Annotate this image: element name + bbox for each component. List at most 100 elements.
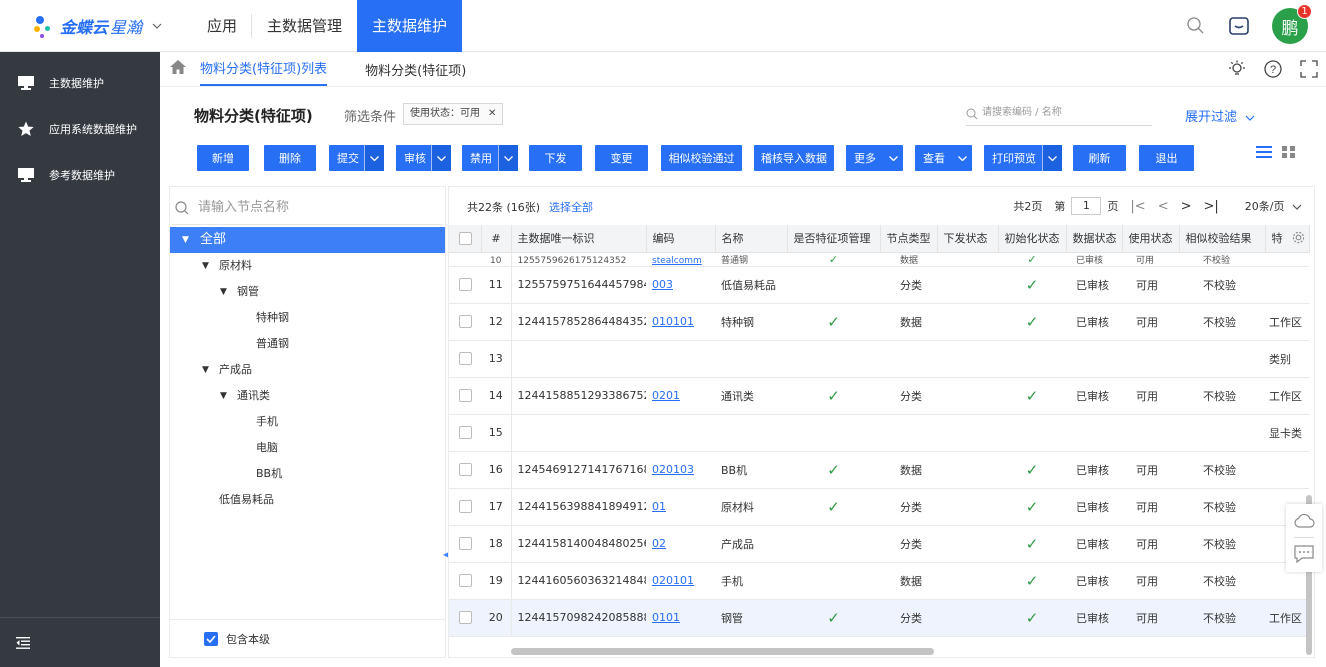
table-row[interactable]: 17 1244156398841894912 01 原材料 ✓ 分类 ✓ 已审核 可用 不校验 — [449, 488, 1309, 526]
checkbox[interactable] — [459, 315, 472, 329]
header-checkbox[interactable] — [449, 225, 482, 253]
view-button[interactable]: 查看 — [915, 145, 972, 171]
page-size-select[interactable]: 20条/页 — [1245, 198, 1302, 214]
tree-node-ordinary-steel[interactable]: 普通钢 — [170, 331, 445, 357]
column-header[interactable]: 编码 — [646, 225, 716, 253]
chevron-down-icon[interactable] — [152, 19, 162, 32]
row-checkbox[interactable] — [449, 451, 481, 489]
cell-code-link[interactable]: stealcomm — [652, 256, 702, 266]
submit-button[interactable]: 提交 — [329, 145, 384, 171]
last-page-icon[interactable]: >| — [1204, 199, 1219, 214]
table-row[interactable]: 12 1244157852864484352 010101 特种钢 ✓ 数据 ✓ 已审核 可用不… — [449, 303, 1309, 341]
collapse-menu-icon[interactable] — [0, 617, 160, 667]
tree-node-finished-goods[interactable]: ▼ 产成品 — [170, 357, 445, 383]
tree-search-input[interactable]: 请输入节点名称 — [172, 187, 443, 225]
table-row[interactable]: 11 1255759751644457984 003 低值易耗品 分类 ✓ 已审核 可用 不校验 — [449, 266, 1309, 304]
caret-down-icon[interactable]: ▼ — [220, 383, 227, 409]
cell-code-link[interactable]: 010101 — [652, 315, 694, 328]
prev-page-icon[interactable]: < — [1158, 199, 1169, 214]
table-row[interactable]: 19 1244160560363214848 020101 手机 数据 ✓ 已审核 可用 不校验 — [449, 562, 1309, 600]
chevron-down-icon[interactable] — [498, 145, 518, 171]
audit-button[interactable]: 审核 — [396, 145, 451, 171]
cloud-icon[interactable] — [1293, 512, 1315, 531]
exit-button[interactable]: 退出 — [1139, 145, 1194, 171]
tree-node-pager[interactable]: BB机 — [170, 461, 445, 487]
checkbox[interactable] — [459, 463, 472, 477]
delete-button[interactable]: 删除 — [264, 145, 316, 171]
tree-node-raw-material[interactable]: ▼ 原材料 — [170, 253, 445, 279]
cell-code-link[interactable]: 0101 — [652, 611, 680, 624]
tree-node-phone[interactable]: 手机 — [170, 409, 445, 435]
caret-down-icon[interactable]: ▼ — [202, 357, 209, 383]
cell-code-link[interactable]: 01 — [652, 500, 666, 513]
checkbox[interactable] — [459, 389, 472, 403]
search-icon[interactable] — [1186, 16, 1206, 36]
column-header[interactable]: 主数据唯一标识 — [511, 225, 647, 253]
similar-check-pass-button[interactable]: 相似校验通过 — [661, 145, 742, 171]
grid-view-icon[interactable] — [1282, 146, 1296, 161]
search-input[interactable]: 请搜索编码 / 名称 — [966, 102, 1152, 126]
topnav-apps[interactable]: 应用 — [192, 0, 253, 52]
topnav-master-data-management[interactable]: 主数据管理 — [252, 0, 357, 52]
checkbox[interactable] — [459, 574, 472, 588]
cell-code-link[interactable]: 003 — [652, 278, 673, 291]
row-checkbox[interactable] — [449, 562, 481, 600]
column-header[interactable]: 使用状态 — [1122, 225, 1180, 253]
distribute-button[interactable]: 下发 — [529, 145, 582, 171]
tree-node-special-steel[interactable]: 特种钢 — [170, 305, 445, 331]
sidebar-item-master-data[interactable]: 主数据维护 — [0, 60, 160, 106]
sidebar-item-app-system-data[interactable]: 应用系统数据维护 — [0, 106, 160, 152]
checkbox[interactable] — [459, 611, 472, 625]
more-button[interactable]: 更多 — [846, 145, 903, 171]
chevron-down-icon[interactable] — [431, 145, 451, 171]
checkbox[interactable] — [459, 352, 472, 366]
filter-chip[interactable]: 使用状态：可用 ✕ — [403, 103, 504, 125]
row-checkbox[interactable] — [449, 340, 481, 378]
column-header[interactable]: 名称 — [715, 225, 788, 253]
table-row[interactable]: 15 显卡类 — [449, 414, 1309, 452]
add-button[interactable]: 新增 — [197, 145, 249, 171]
tab-list[interactable]: 物料分类(特征项)列表 — [200, 58, 328, 86]
list-view-icon[interactable] — [1256, 146, 1272, 161]
tree-node-consumables[interactable]: 低值易耗品 — [170, 487, 445, 513]
help-icon[interactable]: ? — [1264, 60, 1282, 81]
column-header[interactable]: 下发状态 — [937, 225, 999, 253]
checkbox[interactable] — [459, 426, 472, 440]
audit-import-button[interactable]: 稽核导入数据 — [754, 145, 834, 171]
page-number-input[interactable]: 1 — [1071, 197, 1102, 215]
app-logo[interactable]: 金蝶云 星瀚 — [0, 0, 190, 52]
table-row[interactable]: 13 类别 — [449, 340, 1309, 378]
cell-code-link[interactable]: 0201 — [652, 389, 680, 402]
column-header[interactable]: 相似校验结果 — [1179, 225, 1266, 253]
tab-detail[interactable]: 物料分类(特征项) — [365, 60, 466, 86]
row-checkbox[interactable] — [449, 303, 481, 341]
cell-code-link[interactable]: 02 — [652, 537, 666, 550]
chat-icon[interactable] — [1293, 544, 1315, 567]
table-row[interactable]: 18 1244158140048480256 02 产成品 分类 ✓ 已审核 可用 不校验 — [449, 525, 1309, 563]
home-icon[interactable] — [170, 60, 186, 77]
first-page-icon[interactable]: |< — [1130, 199, 1145, 214]
column-header[interactable]: 数据状态 — [1066, 225, 1123, 253]
checkbox[interactable] — [459, 537, 472, 551]
tree-node-communication[interactable]: ▼ 通讯类 — [170, 383, 445, 409]
tree-node-all[interactable]: ▼ 全部 — [170, 227, 445, 253]
horizontal-scrollbar[interactable] — [511, 648, 934, 655]
tree-node-steel-pipe[interactable]: ▼ 钢管 — [170, 279, 445, 305]
table-row[interactable]: 20 1244157098242085888 0101 钢管 ✓ 分类 ✓ 已审核 可用 不校验工… — [449, 599, 1309, 637]
cell-code-link[interactable]: 020101 — [652, 574, 694, 587]
caret-down-icon[interactable]: ▼ — [220, 279, 227, 305]
refresh-button[interactable]: 刷新 — [1073, 145, 1126, 171]
checkbox[interactable] — [459, 278, 472, 292]
row-checkbox[interactable] — [449, 525, 481, 563]
column-header[interactable]: 初始化状态 — [998, 225, 1067, 253]
include-self-checkbox[interactable] — [204, 632, 218, 646]
close-icon[interactable]: ✕ — [488, 108, 496, 119]
change-button[interactable]: 变更 — [595, 145, 648, 171]
message-icon[interactable] — [1228, 16, 1250, 36]
row-checkbox[interactable] — [449, 414, 481, 452]
lightbulb-icon[interactable] — [1228, 60, 1246, 81]
print-preview-button[interactable]: 打印预览 — [984, 145, 1062, 171]
column-header[interactable]: 节点类型 — [880, 225, 938, 253]
row-checkbox[interactable] — [449, 599, 481, 637]
chevron-down-icon[interactable] — [1042, 145, 1062, 171]
